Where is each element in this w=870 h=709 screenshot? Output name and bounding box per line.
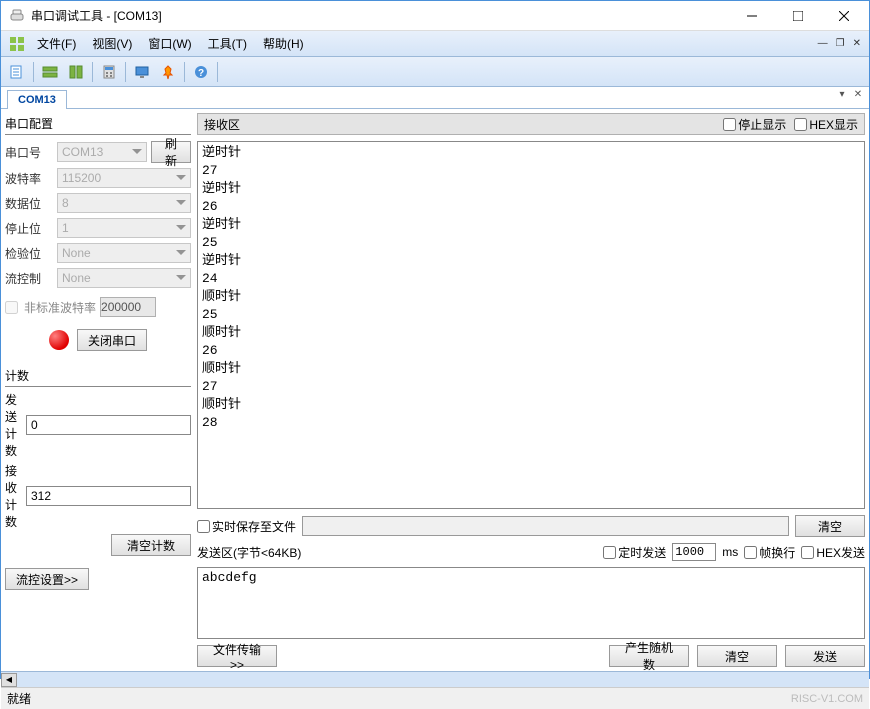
maximize-button[interactable] xyxy=(775,2,821,30)
realtime-save-label: 实时保存至文件 xyxy=(212,518,296,535)
parity-select[interactable]: None xyxy=(57,243,191,263)
serial-config-title: 串口配置 xyxy=(5,113,191,135)
stop-display-checkbox[interactable] xyxy=(723,118,736,131)
menu-window[interactable]: 窗口(W) xyxy=(140,31,199,56)
titlebar: 串口调试工具 - [COM13] xyxy=(1,1,869,31)
timed-send-checkbox[interactable] xyxy=(603,546,616,559)
count-title: 计数 xyxy=(5,365,191,387)
mdi-restore[interactable]: ❐ xyxy=(832,36,849,51)
tool-tile-v-icon[interactable] xyxy=(64,60,88,84)
parity-label: 检验位 xyxy=(5,245,53,262)
port-select[interactable]: COM13 xyxy=(57,142,147,162)
statusbar: 就绪 RISC-V1.COM xyxy=(1,687,869,709)
flow-settings-button[interactable]: 流控设置>> xyxy=(5,568,89,590)
tool-tile-h-icon[interactable] xyxy=(38,60,62,84)
toolbar: ? xyxy=(1,57,869,87)
save-path-input[interactable] xyxy=(302,516,789,536)
left-panel: 串口配置 串口号 COM13 刷新 波特率 115200 数据位 8 停止位 1… xyxy=(5,113,191,667)
clear-count-button[interactable]: 清空计数 xyxy=(111,534,191,556)
document-tabs: COM13 ▾ ✕ xyxy=(1,87,869,109)
tool-new-icon[interactable] xyxy=(5,60,29,84)
tool-help-icon[interactable]: ? xyxy=(189,60,213,84)
hex-display-checkbox[interactable] xyxy=(794,118,807,131)
nonstd-baud-input[interactable] xyxy=(100,297,156,317)
file-transfer-button[interactable]: 文件传输>> xyxy=(197,645,277,667)
recv-header: 接收区 停止显示 HEX显示 xyxy=(197,113,865,135)
hex-display-label: HEX显示 xyxy=(809,116,858,133)
status-text: 就绪 xyxy=(7,690,791,707)
svg-text:?: ? xyxy=(198,68,204,79)
port-label: 串口号 xyxy=(5,144,53,161)
close-port-button[interactable]: 关闭串口 xyxy=(77,329,147,351)
nonstd-baud-label: 非标准波特率 xyxy=(24,299,96,316)
timed-send-label: 定时发送 xyxy=(618,544,666,561)
realtime-save-checkbox[interactable] xyxy=(197,520,210,533)
stop-display-label: 停止显示 xyxy=(738,116,786,133)
gen-random-button[interactable]: 产生随机数 xyxy=(609,645,689,667)
window-title: 串口调试工具 - [COM13] xyxy=(31,7,729,24)
flowctrl-label: 流控制 xyxy=(5,270,53,287)
clear-send-button[interactable]: 清空 xyxy=(697,645,777,667)
recv-count-label: 接收计数 xyxy=(5,462,22,530)
recv-textarea[interactable]: 逆时针 27 逆时针 26 逆时针 25 逆时针 24 顺时针 25 顺时针 2… xyxy=(197,141,865,509)
menu-tools[interactable]: 工具(T) xyxy=(200,31,255,56)
minimize-button[interactable] xyxy=(729,2,775,30)
tab-dropdown-icon[interactable]: ▾ xyxy=(835,89,849,103)
send-textarea[interactable] xyxy=(197,567,865,639)
send-count-label: 发送计数 xyxy=(5,391,22,459)
menubar: 文件(F) 视图(V) 窗口(W) 工具(T) 帮助(H) — ❐ ✕ xyxy=(1,31,869,57)
scroll-left-icon[interactable]: ◀ xyxy=(1,673,17,687)
frame-wrap-checkbox[interactable] xyxy=(744,546,757,559)
frame-wrap-label: 帧换行 xyxy=(759,544,795,561)
mdi-close[interactable]: ✕ xyxy=(849,36,865,51)
baud-label: 波特率 xyxy=(5,170,53,187)
tool-calc-icon[interactable] xyxy=(97,60,121,84)
send-count-input[interactable] xyxy=(26,415,191,435)
recv-title: 接收区 xyxy=(204,116,715,133)
port-status-indicator xyxy=(49,330,69,350)
interval-input[interactable] xyxy=(672,543,716,561)
nonstd-baud-checkbox[interactable] xyxy=(5,301,18,314)
send-header: 发送区(字节<64KB) 定时发送 ms 帧换行 HEX发送 xyxy=(197,543,865,561)
send-button[interactable]: 发送 xyxy=(785,645,865,667)
menu-app-icon xyxy=(9,36,25,52)
clear-recv-button[interactable]: 清空 xyxy=(795,515,865,537)
baud-select[interactable]: 115200 xyxy=(57,168,191,188)
app-icon xyxy=(9,8,25,24)
menu-help[interactable]: 帮助(H) xyxy=(255,31,312,56)
menu-view[interactable]: 视图(V) xyxy=(84,31,140,56)
send-title: 发送区(字节<64KB) xyxy=(197,544,597,561)
hex-send-checkbox[interactable] xyxy=(801,546,814,559)
tab-close-icon[interactable]: ✕ xyxy=(851,89,865,103)
watermark: RISC-V1.COM xyxy=(791,693,863,705)
stopbits-label: 停止位 xyxy=(5,220,53,237)
tool-monitor-icon[interactable] xyxy=(130,60,154,84)
ms-label: ms xyxy=(722,545,738,559)
flowctrl-select[interactable]: None xyxy=(57,268,191,288)
databits-label: 数据位 xyxy=(5,195,53,212)
databits-select[interactable]: 8 xyxy=(57,193,191,213)
content-area: 串口配置 串口号 COM13 刷新 波特率 115200 数据位 8 停止位 1… xyxy=(1,109,869,671)
stopbits-select[interactable]: 1 xyxy=(57,218,191,238)
close-button[interactable] xyxy=(821,2,867,30)
right-panel: 接收区 停止显示 HEX显示 逆时针 27 逆时针 26 逆时针 25 逆时针 … xyxy=(197,113,865,667)
hex-send-label: HEX发送 xyxy=(816,544,865,561)
horizontal-scrollbar[interactable]: ◀ xyxy=(1,671,869,687)
menu-file[interactable]: 文件(F) xyxy=(29,31,84,56)
tool-pin-icon[interactable] xyxy=(156,60,180,84)
tab-com13[interactable]: COM13 xyxy=(7,90,67,109)
refresh-button[interactable]: 刷新 xyxy=(151,141,191,163)
mdi-minimize[interactable]: — xyxy=(814,36,832,51)
recv-count-input[interactable] xyxy=(26,486,191,506)
